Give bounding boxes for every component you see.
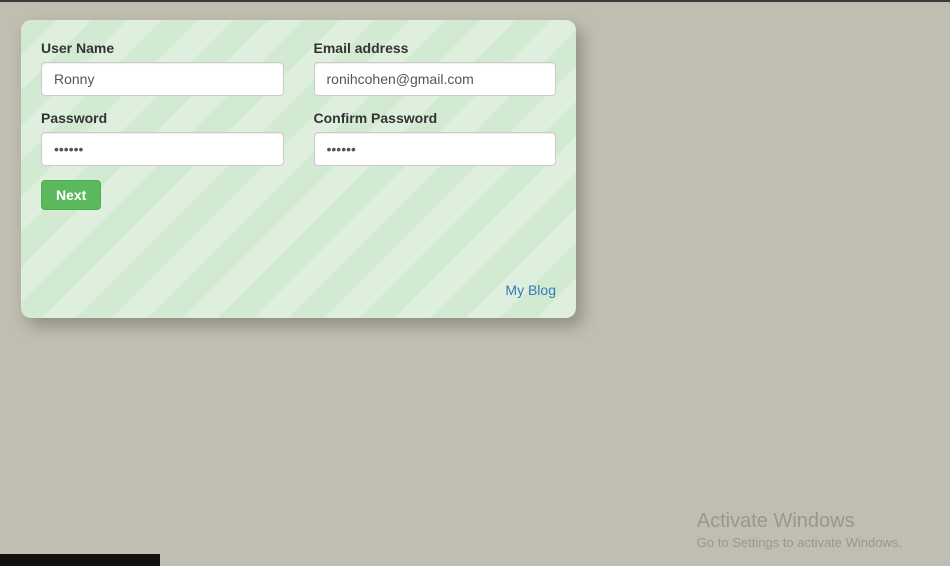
form-row-1: User Name Email address: [41, 40, 556, 96]
card-footer: My Blog: [41, 282, 556, 298]
taskbar-fragment: [0, 554, 160, 566]
password-group: Password: [41, 110, 284, 166]
confirm-password-group: Confirm Password: [314, 110, 557, 166]
email-group: Email address: [314, 40, 557, 96]
confirm-password-label: Confirm Password: [314, 110, 557, 126]
windows-activation-watermark: Activate Windows Go to Settings to activ…: [697, 510, 902, 550]
watermark-title: Activate Windows: [697, 510, 902, 533]
password-label: Password: [41, 110, 284, 126]
form-row-2: Password Confirm Password: [41, 110, 556, 166]
email-label: Email address: [314, 40, 557, 56]
password-input[interactable]: [41, 132, 284, 166]
watermark-subtitle: Go to Settings to activate Windows.: [697, 535, 902, 550]
username-input[interactable]: [41, 62, 284, 96]
username-label: User Name: [41, 40, 284, 56]
next-button[interactable]: Next: [41, 180, 101, 210]
email-input[interactable]: [314, 62, 557, 96]
username-group: User Name: [41, 40, 284, 96]
blog-link[interactable]: My Blog: [505, 282, 556, 298]
button-row: Next: [41, 180, 556, 210]
confirm-password-input[interactable]: [314, 132, 557, 166]
signup-card: User Name Email address Password Confirm…: [21, 20, 576, 318]
